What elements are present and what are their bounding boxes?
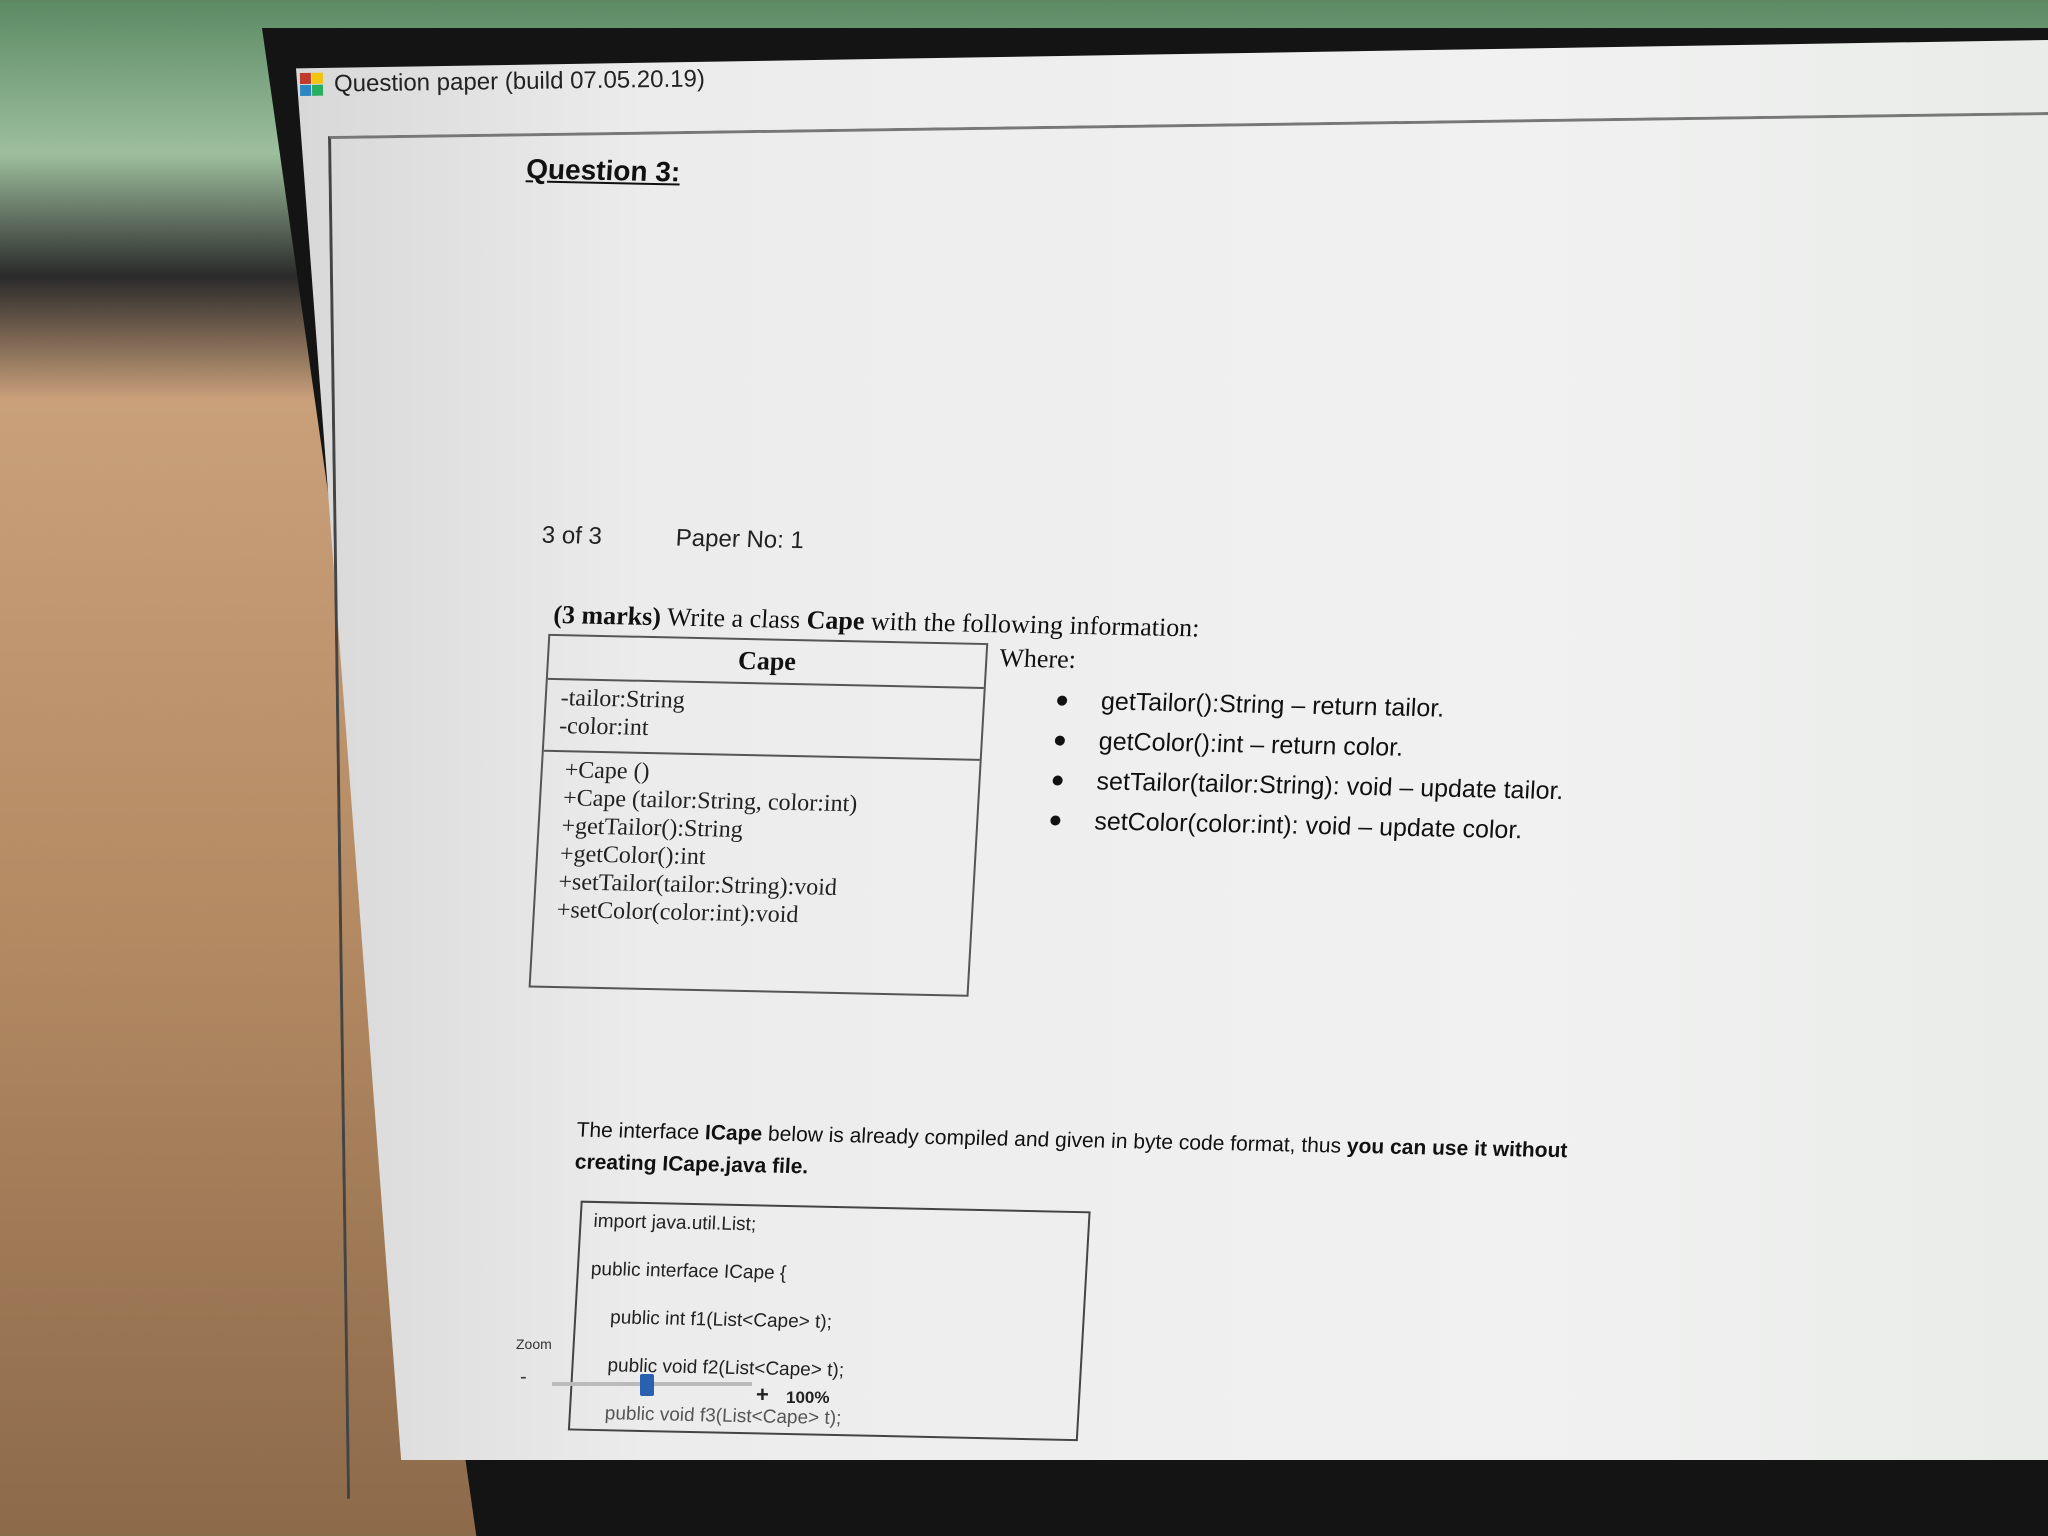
- interface-note: The interface ICape below is already com…: [574, 1115, 1577, 1200]
- question-marks: (3 marks): [552, 599, 662, 632]
- document-page[interactable]: Question 3: 3 of 3 Paper No: 1 (3 marks)…: [299, 100, 1990, 1442]
- where-label: Where:: [998, 643, 1077, 674]
- zoom-in-button[interactable]: +: [756, 1382, 769, 1408]
- uml-methods: +Cape () +Cape (tailor:String, color:int…: [534, 752, 980, 937]
- zoom-value: 100%: [786, 1388, 830, 1407]
- where-list: getTailor():String – return tailor. getC…: [1049, 681, 1569, 852]
- list-item-text: getColor():int – return color.: [1098, 727, 1404, 762]
- uml-class-diagram: Cape -tailor:String -color:int +Cape () …: [528, 633, 989, 997]
- zoom-label: Zoom: [516, 1336, 552, 1352]
- app-icon: [299, 72, 324, 97]
- question-text-before: Write a class: [666, 602, 802, 635]
- question-title: Question 3:: [525, 153, 682, 188]
- bullet-icon: [1054, 735, 1066, 746]
- note-interface-name: ICape: [704, 1121, 763, 1146]
- uml-attributes: -tailor:String -color:int: [543, 679, 984, 761]
- paper-number: Paper No: 1: [675, 524, 805, 555]
- list-item-text: setColor(color:int): void – update color…: [1093, 807, 1524, 845]
- bullet-icon: [1050, 815, 1061, 826]
- question-class-name: Cape: [805, 605, 866, 636]
- zoom-out-button[interactable]: -: [520, 1366, 527, 1389]
- page-indicator: 3 of 3: [541, 521, 603, 550]
- zoom-slider-thumb[interactable]: [640, 1374, 654, 1396]
- bullet-icon: [1052, 775, 1063, 786]
- question-text-after: with the following information:: [870, 606, 1201, 643]
- window-title: Question paper (build 07.05.20.19): [333, 65, 706, 98]
- note-text: The interface: [576, 1118, 706, 1145]
- note-text: below is already compiled and given in b…: [761, 1122, 1348, 1158]
- bullet-icon: [1056, 695, 1068, 706]
